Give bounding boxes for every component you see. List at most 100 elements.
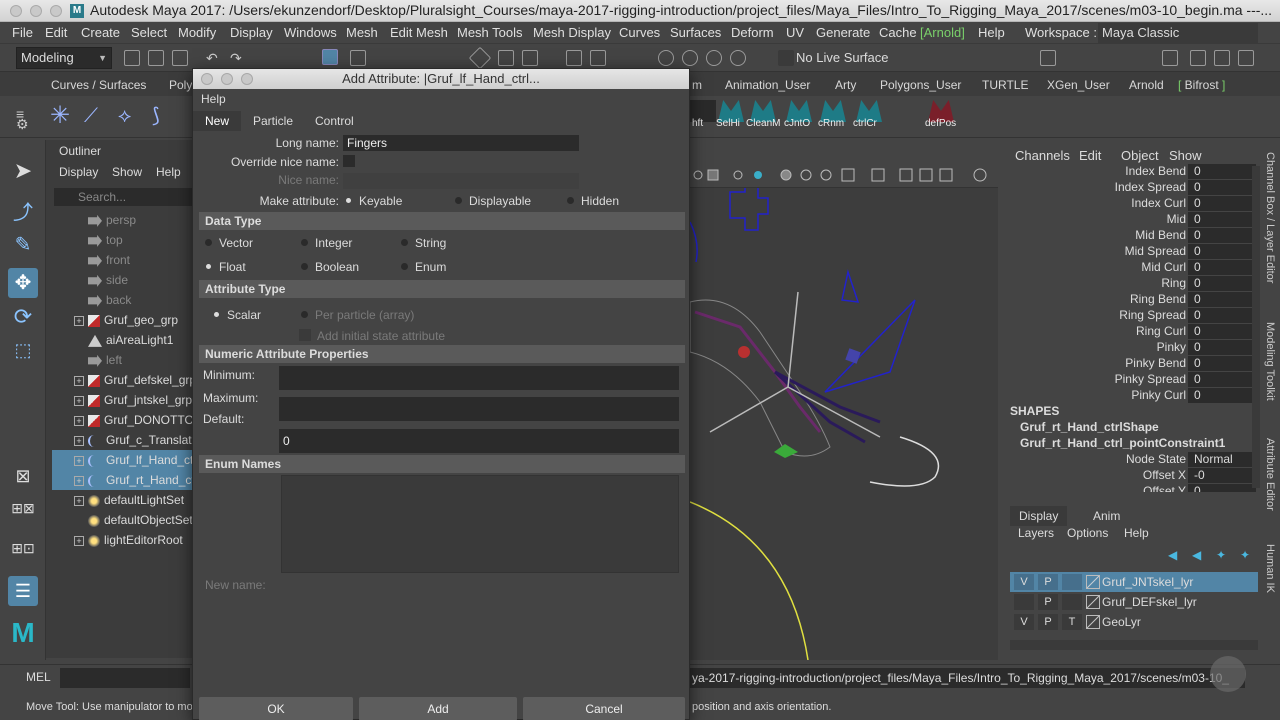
rotate-tool-icon[interactable]: ⟳ — [8, 304, 38, 334]
expand-icon[interactable]: + — [74, 495, 84, 506]
expand-icon[interactable]: + — [74, 475, 84, 486]
shape-attribute-value[interactable]: Normal — [1188, 452, 1256, 467]
menu-uv[interactable]: UV — [786, 25, 804, 40]
channel-row[interactable]: Ring 0 — [1006, 276, 1256, 292]
select-joints-icon[interactable] — [498, 50, 514, 66]
workspace-dropdown[interactable]: Maya Classic — [1098, 23, 1258, 43]
snap-to-curve-icon[interactable] — [682, 50, 698, 66]
shelf-settings-gear-icon[interactable]: ⚙ — [16, 116, 29, 133]
layout-outliner-icon[interactable]: ☰ — [8, 576, 38, 606]
channel-value[interactable]: 0 — [1188, 372, 1256, 387]
channelbox-menu-show[interactable]: Show — [1169, 148, 1202, 163]
menu-edit[interactable]: Edit — [45, 25, 67, 40]
outliner-item[interactable]: + Gruf_DONOTTOUCH — [52, 410, 196, 430]
radio-float[interactable]: Float — [205, 260, 246, 274]
channel-row[interactable]: Index Bend 0 — [1006, 164, 1256, 180]
outliner-item[interactable]: + Gruf_c_Translate — [52, 430, 196, 450]
channel-value[interactable]: 0 — [1188, 228, 1256, 243]
menu-surfaces[interactable]: Surfaces — [670, 25, 721, 40]
layer-row[interactable]: V P T GeoLyr — [1010, 612, 1258, 632]
dialog-close-button[interactable] — [201, 73, 213, 85]
layer-playback-toggle[interactable]: P — [1038, 614, 1058, 630]
shape-attribute-value[interactable]: 0 — [1188, 484, 1256, 492]
shape-attribute-row[interactable]: Offset Y0 — [1006, 484, 1256, 492]
joint-chain-index[interactable] — [694, 310, 822, 433]
expand-icon[interactable]: + — [74, 375, 84, 386]
shape-name-constraint[interactable]: Gruf_rt_Hand_ctrl_pointConstraint1 — [1020, 436, 1225, 450]
channel-row[interactable]: Mid 0 — [1006, 212, 1256, 228]
shelf-tab-arty[interactable]: Arty — [835, 78, 856, 92]
layer-name[interactable]: Gruf_DEFskel_lyr — [1102, 592, 1197, 612]
shelf-tab-animation-user[interactable]: Animation_User — [725, 78, 810, 92]
outliner-menu-help[interactable]: Help — [156, 165, 181, 179]
hand-wireframe-mesh[interactable] — [690, 299, 831, 457]
side-tab-human-ik[interactable]: Human IK — [1262, 544, 1276, 593]
channel-name[interactable]: Mid Spread — [1125, 244, 1186, 258]
expand-icon[interactable]: + — [74, 455, 84, 466]
viewport-3d[interactable] — [690, 162, 998, 660]
expand-icon[interactable]: + — [74, 535, 84, 546]
arm-control-curve[interactable] — [690, 221, 698, 263]
layer-menu-layers[interactable]: Layers — [1018, 526, 1054, 540]
script-editor-icon[interactable] — [1210, 656, 1246, 692]
channel-name[interactable]: Mid Curl — [1141, 260, 1186, 274]
new-layer-selected-icon[interactable]: ✦ — [1240, 548, 1250, 562]
numeric-properties-heading[interactable]: Numeric Attribute Properties — [199, 345, 685, 363]
outliner-item[interactable]: + Gruf_defskel_grp — [52, 370, 196, 390]
channelbox-scrollbar[interactable] — [1252, 166, 1260, 488]
selected-joint[interactable] — [738, 346, 750, 358]
ep-curve-tool-icon[interactable]: ⟋ — [84, 104, 98, 128]
expand-icon[interactable]: + — [74, 415, 84, 426]
menu-mesh-display[interactable]: Mesh Display — [533, 25, 611, 40]
attribute-type-heading[interactable]: Attribute Type — [199, 280, 685, 298]
radio-scalar[interactable]: Scalar — [213, 308, 261, 322]
undo-icon[interactable]: ↶ — [206, 50, 222, 66]
channel-value[interactable]: 0 — [1188, 164, 1256, 179]
select-misc-icon[interactable] — [522, 50, 538, 66]
layer-menu-options[interactable]: Options — [1067, 526, 1108, 540]
layer-color-swatch[interactable] — [1086, 595, 1100, 609]
minimize-window-button[interactable] — [30, 5, 42, 17]
shape-attribute-value[interactable]: -0 — [1188, 468, 1256, 483]
command-language-label[interactable]: MEL — [26, 670, 51, 684]
channel-value[interactable]: 0 — [1188, 212, 1256, 227]
foot-control-curve[interactable] — [690, 501, 809, 660]
enum-names-list[interactable] — [281, 475, 679, 573]
shelf-tab-xgen-user[interactable]: XGen_User — [1047, 78, 1110, 92]
menu-file[interactable]: File — [12, 25, 33, 40]
snap-to-view-icon[interactable] — [730, 50, 746, 66]
layout-two-icon[interactable]: ⊞⊡ — [8, 540, 38, 570]
data-type-heading[interactable]: Data Type — [199, 212, 685, 230]
default-input[interactable]: 0 — [279, 429, 679, 453]
menu-mesh-tools[interactable]: Mesh Tools — [457, 25, 523, 40]
menu-create[interactable]: Create — [81, 25, 120, 40]
outliner-item[interactable]: defaultObjectSet — [52, 510, 196, 530]
layer-visibility-toggle[interactable]: V — [1014, 574, 1034, 590]
layer-playback-toggle[interactable]: P — [1038, 574, 1058, 590]
layer-visibility-toggle[interactable] — [1014, 594, 1034, 610]
channel-value[interactable]: 0 — [1188, 356, 1256, 371]
channel-name[interactable]: Ring Spread — [1119, 308, 1186, 322]
radio-keyable[interactable]: Keyable — [345, 194, 402, 208]
layer-tab-display[interactable]: Display — [1010, 506, 1068, 526]
outliner-item[interactable]: top — [52, 230, 196, 250]
manipulator-z-axis[interactable] — [787, 386, 881, 438]
radio-enum[interactable]: Enum — [401, 260, 446, 274]
channel-value[interactable]: 0 — [1188, 388, 1256, 403]
channel-row[interactable]: Index Spread 0 — [1006, 180, 1256, 196]
layer-type-toggle[interactable]: T — [1062, 614, 1082, 630]
tab-control[interactable]: Control — [303, 111, 366, 131]
radio-hidden[interactable]: Hidden — [567, 194, 619, 208]
bezier-curve-tool-icon[interactable]: ⟆ — [152, 104, 160, 128]
manipulator-center-plane[interactable] — [774, 444, 798, 458]
shelf-tab-turtle[interactable]: TURTLE — [982, 78, 1028, 92]
render-view-icon[interactable] — [1040, 50, 1056, 66]
channel-row[interactable]: Pinky Spread 0 — [1006, 372, 1256, 388]
channel-value[interactable]: 0 — [1188, 244, 1256, 259]
manipulator-y-axis[interactable] — [787, 291, 799, 388]
layer-visibility-toggle[interactable]: V — [1014, 614, 1034, 630]
channel-value[interactable]: 0 — [1188, 196, 1256, 211]
new-scene-icon[interactable] — [124, 50, 140, 66]
layer-type-toggle[interactable] — [1062, 574, 1082, 590]
move-layer-down-icon[interactable]: ◀ — [1192, 548, 1201, 562]
